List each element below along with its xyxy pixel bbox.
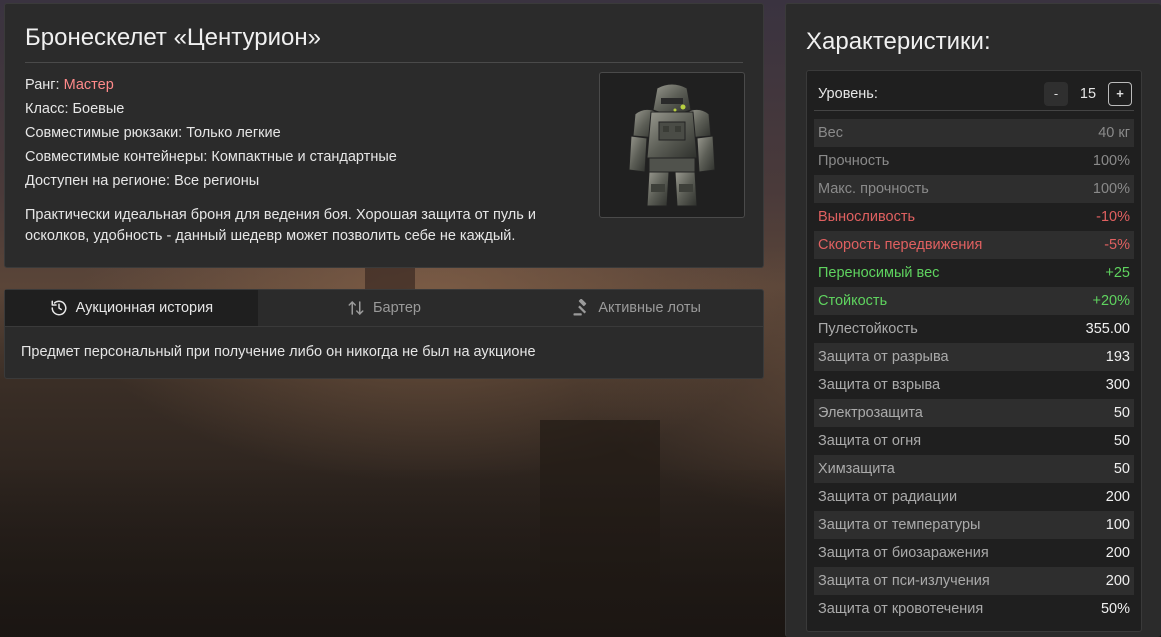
stat-row: Скорость передвижения -5%: [814, 231, 1134, 259]
stat-row: Вес 40 кг: [814, 119, 1134, 147]
stat-value: 100: [1105, 517, 1130, 533]
stat-row: Выносливость -10%: [814, 203, 1134, 231]
stat-value: 50: [1113, 461, 1130, 477]
stat-name: Защита от пси-излучения: [818, 573, 990, 589]
stat-row: Химзащита 50: [814, 455, 1134, 483]
stat-name: Электрозащита: [818, 405, 923, 421]
stat-name: Вес: [818, 125, 843, 141]
stat-value: 50: [1113, 433, 1130, 449]
stat-name: Защита от биозаражения: [818, 545, 989, 561]
stat-name: Переносимый вес: [818, 265, 940, 281]
tab-active-lots-label: Активные лоты: [598, 300, 701, 316]
tab-auction-history[interactable]: Аукционная история: [5, 290, 258, 326]
level-value: 15: [1079, 85, 1097, 102]
stat-value: 193: [1105, 349, 1130, 365]
stat-row: Защита от кровотечения 50%: [814, 595, 1134, 623]
stat-row: Защита от радиации 200: [814, 483, 1134, 511]
stat-value: 50%: [1100, 601, 1130, 617]
stat-name: Защита от взрыва: [818, 377, 941, 393]
level-row: Уровень: - 15 +: [814, 77, 1134, 111]
tab-barter[interactable]: Бартер: [258, 290, 511, 326]
item-image: [599, 72, 745, 218]
stat-row: Защита от пси-излучения 200: [814, 567, 1134, 595]
stat-value: 200: [1105, 573, 1130, 589]
stat-value: 40 кг: [1098, 125, 1130, 141]
stat-name: Химзащита: [818, 461, 895, 477]
stat-value: 200: [1105, 489, 1130, 505]
auction-panel: Аукционная история Бартер Активные лоты …: [4, 289, 764, 379]
stat-row: Защита от разрыва 193: [814, 343, 1134, 371]
stat-name: Скорость передвижения: [818, 237, 983, 253]
gavel-icon: [573, 299, 587, 316]
stat-value: 200: [1105, 545, 1130, 561]
stat-name: Стойкость: [818, 293, 888, 309]
stat-list: Вес 40 кг Прочность 100% Макс. прочность 100%…: [814, 119, 1134, 623]
stat-value: 100%: [1092, 153, 1130, 169]
auction-tabs: Аукционная история Бартер Активные лоты: [5, 290, 763, 327]
stat-row: Электрозащита 50: [814, 399, 1134, 427]
stat-row: Прочность 100%: [814, 147, 1134, 175]
stat-row: Защита от огня 50: [814, 427, 1134, 455]
stat-value: 100%: [1092, 181, 1130, 197]
stat-name: Выносливость: [818, 209, 916, 225]
stats-box: Уровень: - 15 + Вес 40 кг Прочность 100% Мак…: [806, 70, 1142, 632]
item-description: Практически идеальная броня для ведения …: [25, 207, 536, 244]
stat-value: 50: [1113, 405, 1130, 421]
tab-auction-history-label: Аукционная история: [75, 300, 214, 316]
stat-name: Макс. прочность: [818, 181, 929, 197]
stat-row: Защита от взрыва 300: [814, 371, 1134, 399]
background-ruin: [365, 268, 415, 290]
armor-suit-icon: [628, 83, 716, 207]
stat-name: Прочность: [818, 153, 890, 169]
stat-row: Пулестойкость 355.00: [814, 315, 1134, 343]
stat-row: Переносимый вес +25: [814, 259, 1134, 287]
stat-value: 300: [1105, 377, 1130, 393]
background-ruin: [0, 470, 785, 637]
stat-value: -5%: [1104, 237, 1130, 253]
item-rank-label: Ранг:: [25, 77, 64, 93]
tab-barter-label: Бартер: [373, 300, 421, 316]
history-icon: [51, 300, 67, 316]
stat-name: Защита от температуры: [818, 517, 981, 533]
level-label: Уровень:: [818, 85, 878, 102]
stat-row: Защита от температуры 100: [814, 511, 1134, 539]
stat-value: 355.00: [1085, 321, 1130, 337]
stat-row: Стойкость +20%: [814, 287, 1134, 315]
stat-row: Макс. прочность 100%: [814, 175, 1134, 203]
auction-history-message: Предмет персональный при получение либо …: [21, 344, 536, 360]
stat-name: Пулестойкость: [818, 321, 918, 337]
stat-name: Защита от разрыва: [818, 349, 949, 365]
stat-row: Защита от биозаражения 200: [814, 539, 1134, 567]
stats-panel: Характеристики: Уровень: - 15 + Вес 40 кг…: [785, 3, 1161, 637]
level-decrease-button[interactable]: -: [1044, 81, 1068, 106]
stats-title: Характеристики:: [806, 28, 991, 55]
level-increase-button[interactable]: +: [1108, 81, 1132, 106]
stat-name: Защита от радиации: [818, 489, 958, 505]
swap-arrows-icon: [348, 301, 364, 315]
item-rank-value: Мастер: [63, 77, 114, 93]
stat-value: +20%: [1092, 293, 1131, 309]
item-title: Бронескелет «Центурион»: [25, 24, 743, 63]
stat-value: +25: [1105, 265, 1130, 281]
stat-name: Защита от огня: [818, 433, 922, 449]
stat-value: -10%: [1096, 209, 1130, 225]
stat-name: Защита от кровотечения: [818, 601, 984, 617]
item-info-panel: Бронескелет «Центурион» Ранг: Мастер Кла…: [4, 3, 764, 268]
tab-active-lots[interactable]: Активные лоты: [510, 290, 763, 326]
